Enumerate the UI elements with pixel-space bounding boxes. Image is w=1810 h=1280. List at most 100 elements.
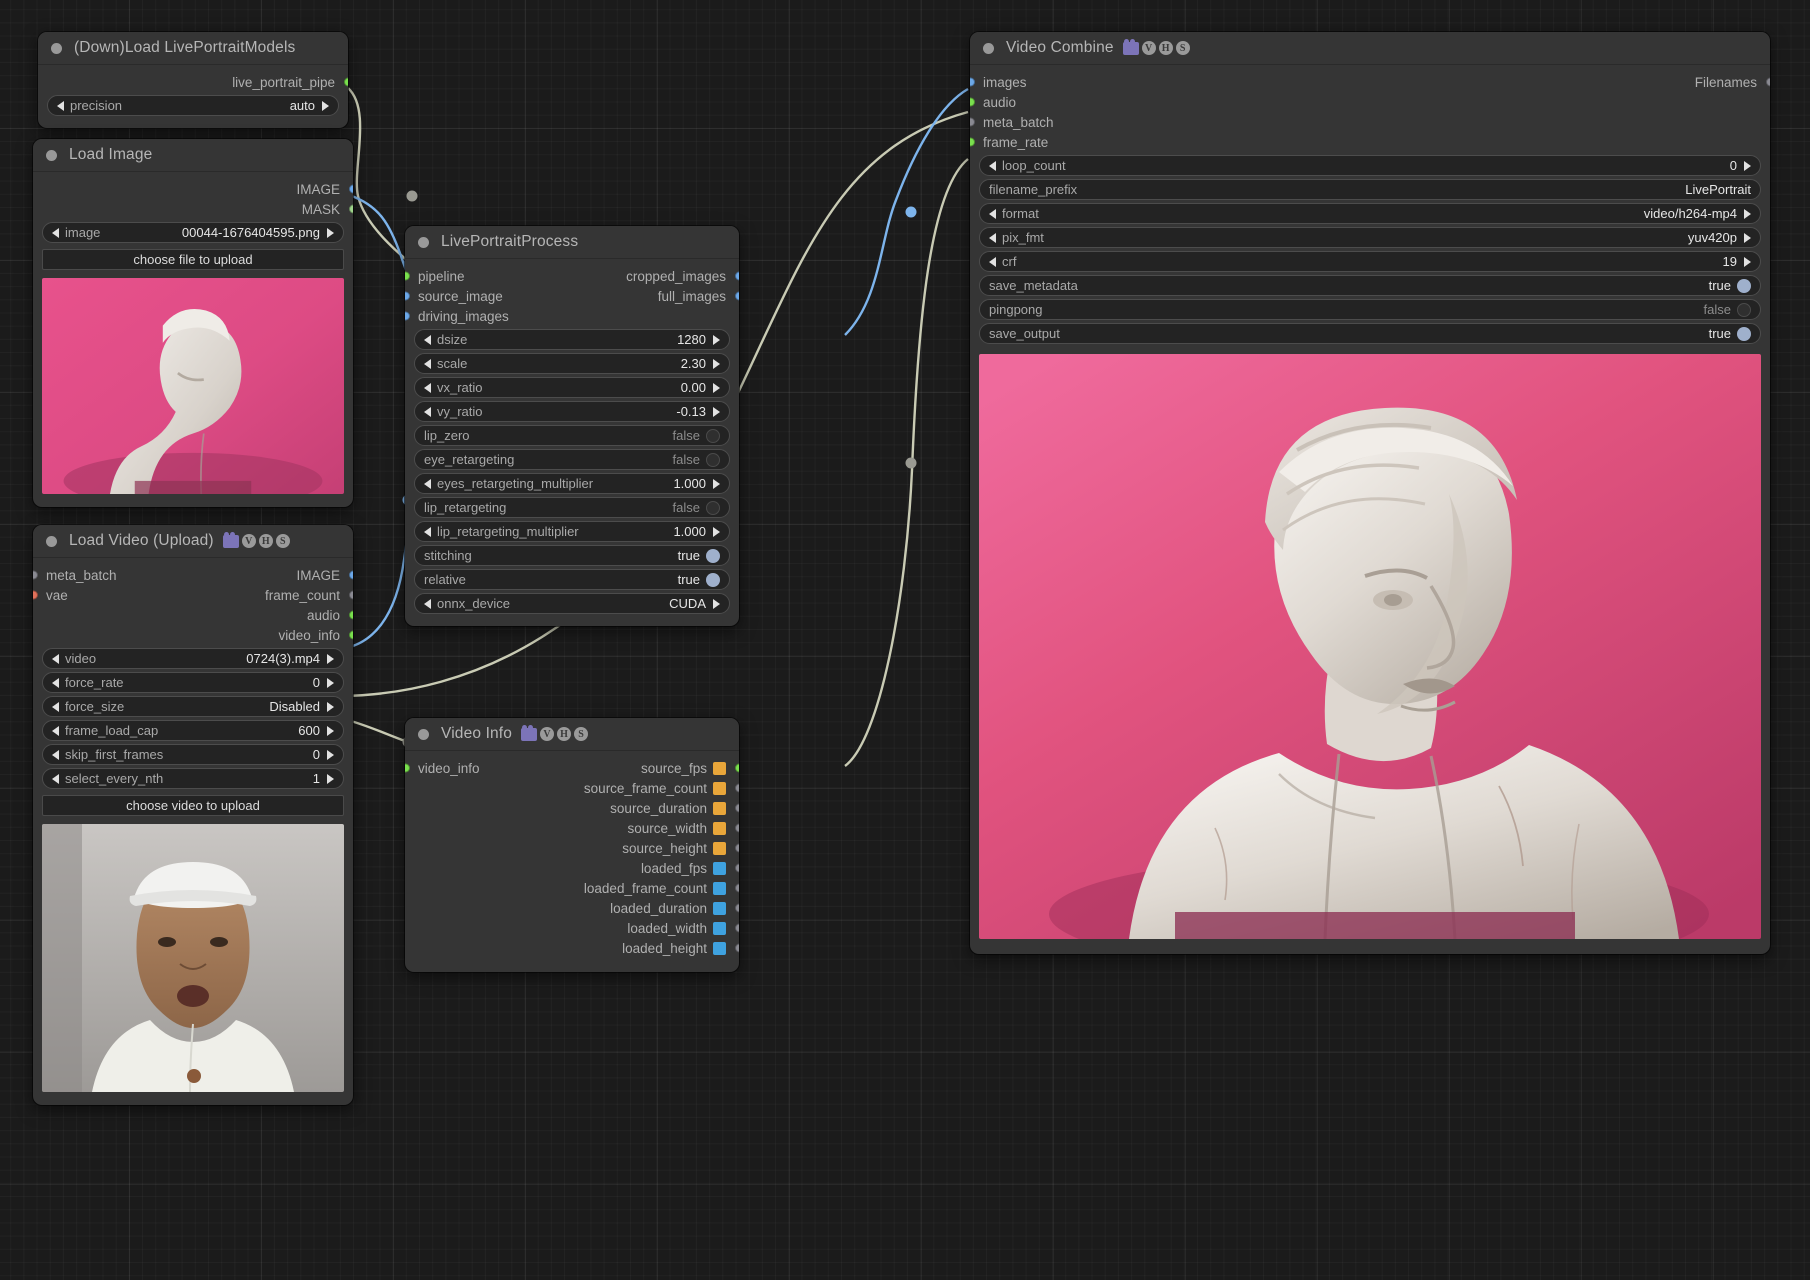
node-liveportrait-process[interactable]: LivePortraitProcess pipeline cropped_ima…: [405, 226, 739, 626]
toggle-switch-icon[interactable]: [1737, 278, 1751, 293]
input-dot-red-icon[interactable]: [33, 590, 38, 600]
output-dot-blue-icon[interactable]: [348, 184, 353, 194]
widget-lip-retargeting-multiplier[interactable]: lip_retargeting_multiplier 1.000: [414, 521, 730, 542]
decrement-arrow-icon[interactable]: [424, 382, 431, 393]
node-title-bar[interactable]: LivePortraitProcess: [405, 226, 739, 259]
increment-arrow-icon[interactable]: [1744, 232, 1751, 243]
io-row-source-full[interactable]: source_image full_images: [405, 286, 739, 306]
node-video-info[interactable]: Video Info V H S video_info source_fps s…: [405, 718, 739, 972]
decrement-arrow-icon[interactable]: [52, 677, 59, 688]
video-combine-preview[interactable]: [979, 354, 1761, 939]
decrement-arrow-icon[interactable]: [57, 100, 64, 111]
input-dot-blue-icon[interactable]: [405, 311, 410, 321]
increment-arrow-icon[interactable]: [327, 227, 334, 238]
toggle-switch-icon[interactable]: [706, 548, 720, 563]
widget-force-rate[interactable]: force_rate 0: [42, 672, 344, 693]
increment-arrow-icon[interactable]: [1744, 208, 1751, 219]
output-slot-loaded-height[interactable]: loaded_height: [405, 938, 739, 958]
input-slot-audio[interactable]: audio: [970, 92, 1770, 112]
toggle-switch-icon[interactable]: [706, 452, 720, 467]
output-dot-gray-icon[interactable]: [734, 803, 739, 813]
widget-vx-ratio[interactable]: vx_ratio 0.00: [414, 377, 730, 398]
decrement-arrow-icon[interactable]: [52, 725, 59, 736]
toggle-switch-icon[interactable]: [706, 428, 720, 443]
input-dot-green-icon[interactable]: [405, 763, 410, 773]
widget-save-output[interactable]: save_output true: [979, 323, 1761, 344]
output-dot-gray-icon[interactable]: [734, 943, 739, 953]
node-title-bar[interactable]: Load Image: [33, 139, 353, 172]
decrement-arrow-icon[interactable]: [424, 406, 431, 417]
output-dot-gray-icon[interactable]: [734, 923, 739, 933]
widget-onnx-device[interactable]: onnx_device CUDA: [414, 593, 730, 614]
increment-arrow-icon[interactable]: [327, 677, 334, 688]
widget-stitching[interactable]: stitching true: [414, 545, 730, 566]
video-preview[interactable]: [42, 824, 344, 1092]
output-dot-green-icon[interactable]: [734, 763, 739, 773]
decrement-arrow-icon[interactable]: [52, 773, 59, 784]
widget-image[interactable]: image 00044-1676404595.png: [42, 222, 344, 243]
output-slot-mask[interactable]: MASK: [33, 199, 353, 219]
input-dot-green-icon[interactable]: [970, 137, 975, 147]
node-load-image[interactable]: Load Image IMAGE MASK image 00044-167640…: [33, 139, 353, 507]
output-slot-live-portrait-pipe[interactable]: live_portrait_pipe: [38, 72, 348, 92]
increment-arrow-icon[interactable]: [322, 100, 329, 111]
increment-arrow-icon[interactable]: [327, 773, 334, 784]
input-dot-green-icon[interactable]: [405, 271, 410, 281]
decrement-arrow-icon[interactable]: [424, 598, 431, 609]
increment-arrow-icon[interactable]: [713, 478, 720, 489]
output-slot-loaded-duration[interactable]: loaded_duration: [405, 898, 739, 918]
workflow-canvas[interactable]: (Down)Load LivePortraitModels live_portr…: [0, 0, 1810, 1280]
increment-arrow-icon[interactable]: [327, 725, 334, 736]
increment-arrow-icon[interactable]: [713, 526, 720, 537]
output-dot-green-icon[interactable]: [348, 204, 353, 214]
widget-lip-retargeting[interactable]: lip_retargeting false: [414, 497, 730, 518]
decrement-arrow-icon[interactable]: [989, 160, 996, 171]
output-dot-green-icon[interactable]: [343, 77, 348, 87]
toggle-switch-icon[interactable]: [1737, 302, 1751, 317]
decrement-arrow-icon[interactable]: [52, 749, 59, 760]
widget-dsize[interactable]: dsize 1280: [414, 329, 730, 350]
output-slot-audio[interactable]: audio: [33, 605, 353, 625]
output-slot-loaded-width[interactable]: loaded_width: [405, 918, 739, 938]
output-slot-image[interactable]: IMAGE: [33, 179, 353, 199]
collapse-toggle-icon[interactable]: [983, 42, 994, 54]
widget-pingpong[interactable]: pingpong false: [979, 299, 1761, 320]
output-dot-gray-icon[interactable]: [734, 883, 739, 893]
output-dot-blue-icon[interactable]: [734, 291, 739, 301]
output-dot-blue-icon[interactable]: [734, 271, 739, 281]
widget-relative[interactable]: relative true: [414, 569, 730, 590]
collapse-toggle-icon[interactable]: [46, 535, 57, 547]
widget-scale[interactable]: scale 2.30: [414, 353, 730, 374]
output-slot-source-frame-count[interactable]: source_frame_count: [405, 778, 739, 798]
widget-save-metadata[interactable]: save_metadata true: [979, 275, 1761, 296]
output-dot-gray-icon[interactable]: [348, 590, 353, 600]
output-slot-video-info[interactable]: video_info: [33, 625, 353, 645]
output-dot-gray-icon[interactable]: [1765, 77, 1770, 87]
widget-crf[interactable]: crf 19: [979, 251, 1761, 272]
toggle-switch-icon[interactable]: [1737, 326, 1751, 341]
decrement-arrow-icon[interactable]: [52, 701, 59, 712]
input-slot-frame-rate[interactable]: frame_rate: [970, 132, 1770, 152]
io-row-meta-batch-image[interactable]: meta_batch IMAGE: [33, 565, 353, 585]
decrement-arrow-icon[interactable]: [424, 358, 431, 369]
input-dot-blue-icon[interactable]: [405, 291, 410, 301]
increment-arrow-icon[interactable]: [327, 749, 334, 760]
toggle-switch-icon[interactable]: [706, 500, 720, 515]
output-slot-loaded-frame-count[interactable]: loaded_frame_count: [405, 878, 739, 898]
increment-arrow-icon[interactable]: [1744, 160, 1751, 171]
node-load-video-upload[interactable]: Load Video (Upload) V H S meta_batch IMA…: [33, 525, 353, 1105]
widget-lip-zero[interactable]: lip_zero false: [414, 425, 730, 446]
widget-frame-load-cap[interactable]: frame_load_cap 600: [42, 720, 344, 741]
collapse-toggle-icon[interactable]: [418, 728, 429, 740]
decrement-arrow-icon[interactable]: [424, 478, 431, 489]
decrement-arrow-icon[interactable]: [989, 208, 996, 219]
decrement-arrow-icon[interactable]: [52, 227, 59, 238]
choose-file-to-upload-button[interactable]: choose file to upload: [42, 249, 344, 270]
widget-vy-ratio[interactable]: vy_ratio -0.13: [414, 401, 730, 422]
choose-video-to-upload-button[interactable]: choose video to upload: [42, 795, 344, 816]
output-dot-green-icon[interactable]: [348, 630, 353, 640]
io-row-video-info-source-fps[interactable]: video_info source_fps: [405, 758, 739, 778]
io-row-pipeline-cropped[interactable]: pipeline cropped_images: [405, 266, 739, 286]
widget-select-every-nth[interactable]: select_every_nth 1: [42, 768, 344, 789]
toggle-switch-icon[interactable]: [706, 572, 720, 587]
